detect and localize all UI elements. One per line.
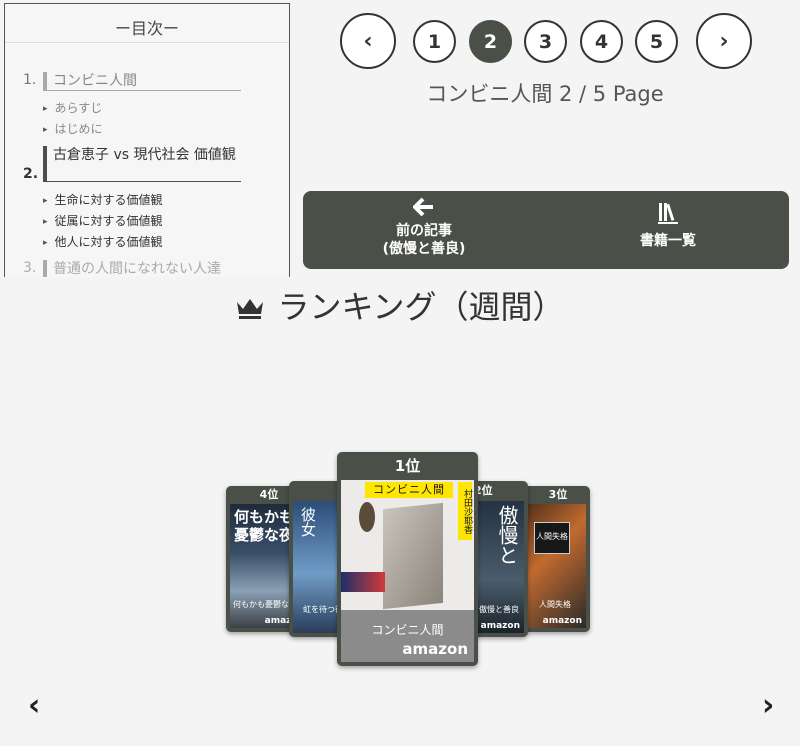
page-button-5[interactable]: 5 — [635, 20, 678, 63]
page-caption: コンビニ人間 2 / 5 Page — [426, 82, 664, 106]
previous-article-link[interactable]: 前の記事 (傲慢と善良) — [365, 197, 483, 258]
page-button-2-current[interactable]: 2 — [469, 20, 512, 63]
ranking-card-rank: 2位 — [474, 484, 493, 497]
book-title: コンビニ人間 — [371, 623, 444, 637]
carousel-next-button[interactable]: › — [762, 688, 774, 723]
toc-section-number: 2. — [23, 166, 39, 182]
toc-subitem[interactable]: 他人に対する価値観 — [43, 233, 163, 250]
amazon-link[interactable]: amazon — [543, 616, 582, 626]
ranking-heading: ランキング（週間） — [0, 282, 800, 328]
ranking-card-1[interactable]: 1位 コンビニ人間 村田沙耶香 コンビニ人間 amazon — [337, 452, 478, 666]
cover-artwork — [341, 572, 385, 592]
page-button-4[interactable]: 4 — [580, 20, 623, 63]
carousel-prev-button[interactable]: ‹ — [28, 688, 40, 723]
crown-icon — [235, 290, 265, 328]
toc-section-number: 1. — [23, 72, 37, 88]
book-list-label: 書籍一覧 — [640, 233, 696, 249]
cover-title-band: コンビニ人間 — [365, 482, 453, 498]
toc-title: ー目次ー — [114, 19, 179, 38]
cover-text: 彼女 — [299, 507, 317, 537]
toc-section-number: 3. — [23, 260, 37, 276]
cover-artwork — [383, 502, 443, 610]
book-title: 傲慢と善良 — [479, 605, 519, 614]
book-list-link[interactable]: 書籍一覧 — [621, 201, 715, 250]
toc-subitem[interactable]: はじめに — [43, 120, 103, 137]
cover-text: 人間失格 — [534, 522, 570, 554]
book-cover: コンビニ人間 村田沙耶香 コンビニ人間 amazon — [341, 480, 474, 662]
article-nav-bar: 前の記事 (傲慢と善良) 書籍一覧 — [303, 191, 789, 269]
previous-article-label: 前の記事 — [396, 223, 452, 239]
table-of-contents: ー目次ー 1. コンビニ人間 あらすじ はじめに 2. 古倉恵子 vs 現代社会… — [4, 3, 290, 277]
toc-section-title[interactable]: 古倉恵子 vs 現代社会 価値観 — [43, 146, 241, 182]
toc-subitem[interactable]: 生命に対する価値観 — [43, 191, 163, 208]
arrow-left-icon — [365, 197, 483, 222]
prev-page-button[interactable]: ‹ — [340, 13, 396, 69]
amazon-link[interactable]: amazon — [481, 621, 520, 631]
toc-subitem[interactable]: あらすじ — [43, 99, 103, 116]
next-page-button[interactable]: › — [696, 13, 752, 69]
cover-author: 村田沙耶香 — [458, 482, 472, 540]
toc-divider — [5, 42, 289, 43]
previous-article-title: (傲慢と善良) — [382, 241, 466, 257]
toc-subitem[interactable]: 従属に対する価値観 — [43, 212, 163, 229]
page-button-1[interactable]: 1 — [413, 20, 456, 63]
books-icon — [621, 201, 715, 230]
amazon-link[interactable]: amazon — [402, 640, 468, 658]
page-button-3[interactable]: 3 — [524, 20, 567, 63]
ranking-card-2[interactable]: 2位 傲慢と 傲慢と善良 amazon — [470, 481, 528, 637]
toc-section-title[interactable]: コンビニ人間 — [43, 72, 241, 91]
cover-text: 傲慢と — [495, 505, 519, 565]
ranking-title: ランキング（週間） — [277, 288, 565, 326]
book-cover: 傲慢と 傲慢と善良 amazon — [474, 501, 524, 633]
toc-section-title[interactable]: 普通の人間になれない人達 — [43, 260, 241, 277]
ranking-card-rank: 1位 — [394, 457, 421, 475]
cover-artwork — [359, 502, 375, 532]
